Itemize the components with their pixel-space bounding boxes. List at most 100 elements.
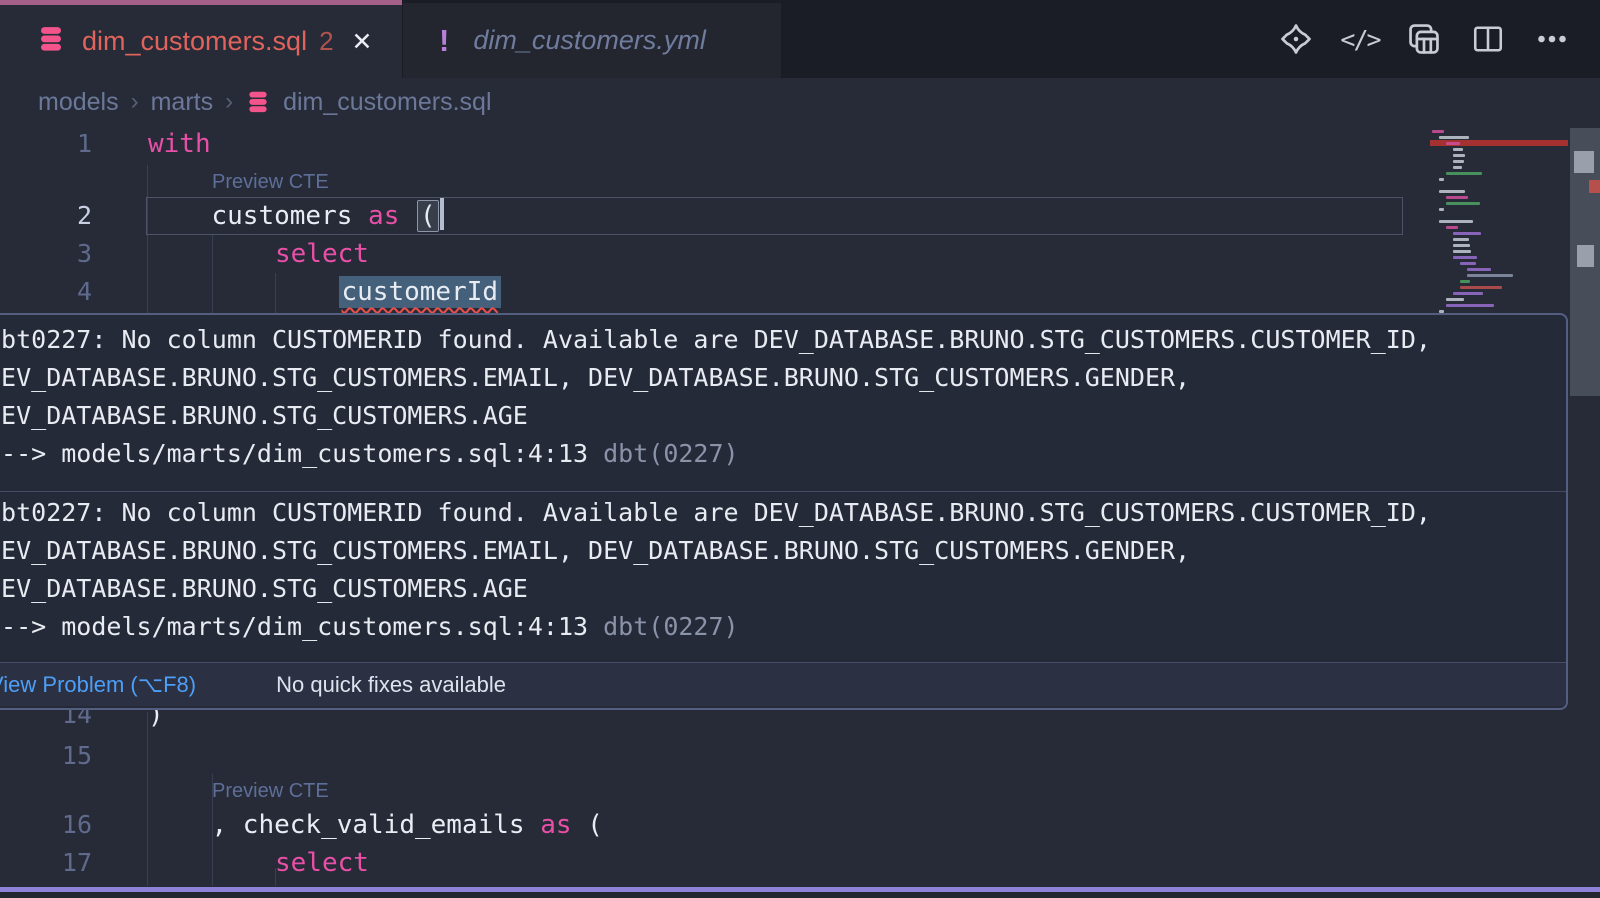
minimap-code-bar bbox=[1460, 280, 1470, 283]
error-token: customerId bbox=[339, 276, 502, 308]
minimap-code-bar bbox=[1446, 142, 1460, 145]
line-number: 1 bbox=[0, 125, 92, 163]
indent-guide bbox=[275, 273, 276, 313]
editor-actions: </> bbox=[1276, 0, 1572, 78]
no-quick-fixes-text: No quick fixes available bbox=[276, 672, 506, 698]
error-code-ref[interactable]: dbt(0227) bbox=[603, 439, 738, 468]
tab-bar: dim_customers.sql 2 ✕ ! dim_customers.ym… bbox=[0, 0, 1600, 78]
code-token: select bbox=[275, 848, 369, 878]
minimap-code-bar bbox=[1446, 304, 1494, 307]
line-number: 15 bbox=[0, 737, 92, 775]
code-line[interactable]: with bbox=[148, 125, 211, 163]
more-actions-icon[interactable] bbox=[1532, 19, 1572, 59]
line-number: 17 bbox=[0, 844, 92, 882]
hover-status-bar: View Problem (⌥F8) No quick fixes availa… bbox=[0, 663, 1566, 706]
codelens-preview-cte[interactable]: Preview CTE bbox=[212, 775, 329, 807]
code-token: as bbox=[368, 201, 399, 231]
dbt-power-user-icon[interactable] bbox=[1276, 19, 1316, 59]
error-message-line: dbt0227: No column CUSTOMERID found. Ava… bbox=[0, 494, 1566, 532]
database-icon bbox=[245, 89, 271, 115]
warning-icon: ! bbox=[439, 23, 449, 59]
line-number: 16 bbox=[0, 806, 92, 844]
code-token: select bbox=[275, 239, 369, 269]
error-message-line: DEV_DATABASE.BRUNO.STG_CUSTOMERS.EMAIL, … bbox=[0, 532, 1566, 570]
error-message-line: DEV_DATABASE.BRUNO.STG_CUSTOMERS.AGE bbox=[0, 570, 1566, 608]
query-results-icon[interactable] bbox=[1404, 19, 1444, 59]
code-line[interactable]: select bbox=[275, 844, 369, 882]
minimap-code-bar bbox=[1432, 130, 1444, 133]
minimap-code-bar bbox=[1453, 238, 1469, 241]
chevron-right-icon: › bbox=[225, 88, 233, 116]
breadcrumb: models › marts › dim_customers.sql bbox=[38, 78, 492, 126]
tab-dim-customers-yml[interactable]: ! dim_customers.yml bbox=[403, 3, 781, 78]
indent-guide bbox=[147, 712, 148, 886]
code-line[interactable]: select bbox=[275, 235, 369, 273]
overview-ruler-mark bbox=[1577, 245, 1594, 267]
tab-dim-customers-sql[interactable]: dim_customers.sql 2 ✕ bbox=[0, 0, 402, 78]
code-token bbox=[399, 201, 415, 231]
indent-guide bbox=[147, 165, 148, 313]
minimap-code-bar bbox=[1460, 262, 1476, 265]
minimap-code-bar bbox=[1439, 190, 1465, 193]
minimap-code-bar bbox=[1446, 172, 1482, 175]
chevron-right-icon: › bbox=[131, 88, 139, 116]
error-message-line: DEV_DATABASE.BRUNO.STG_CUSTOMERS.AGE bbox=[0, 397, 1566, 435]
minimap-code-bar bbox=[1453, 154, 1465, 157]
minimap-code-bar bbox=[1453, 256, 1477, 259]
code-token: as bbox=[540, 810, 571, 840]
error-message-line: dbt0227: No column CUSTOMERID found. Ava… bbox=[0, 321, 1566, 359]
code-token: ( bbox=[417, 200, 439, 232]
overview-ruler-mark bbox=[1574, 151, 1594, 173]
minimap-code-bar bbox=[1453, 232, 1481, 235]
close-icon[interactable]: ✕ bbox=[352, 27, 373, 57]
tab-problem-count-badge: 2 bbox=[319, 26, 333, 57]
database-icon bbox=[36, 24, 66, 59]
minimap-code-bar bbox=[1453, 148, 1463, 151]
split-editor-icon[interactable] bbox=[1468, 19, 1508, 59]
minimap-code-bar bbox=[1453, 160, 1464, 163]
editor-window: dim_customers.sql 2 ✕ ! dim_customers.ym… bbox=[0, 0, 1600, 898]
codelens-preview-cte[interactable]: Preview CTE bbox=[212, 166, 329, 198]
minimap-code-bar bbox=[1460, 286, 1502, 289]
error-code-ref[interactable]: dbt(0227) bbox=[603, 612, 738, 641]
code-line[interactable]: customerId bbox=[339, 273, 502, 311]
breadcrumb-item-file[interactable]: dim_customers.sql bbox=[283, 88, 491, 117]
tab-filename: dim_customers.yml bbox=[473, 25, 706, 56]
minimap-code-bar bbox=[1439, 136, 1469, 139]
indent-guide bbox=[212, 235, 213, 313]
minimap-code-bar bbox=[1467, 268, 1491, 271]
line-number: 3 bbox=[0, 235, 92, 273]
minimap-code-bar bbox=[1446, 298, 1464, 301]
error-message-block: dbt0227: No column CUSTOMERID found. Ava… bbox=[0, 492, 1566, 663]
overview-ruler-error-mark bbox=[1589, 180, 1600, 193]
code-token: customers bbox=[212, 201, 369, 231]
minimap-code-bar bbox=[1467, 274, 1513, 277]
tab-filename: dim_customers.sql bbox=[82, 26, 307, 57]
breadcrumb-item-marts[interactable]: marts bbox=[151, 88, 214, 117]
minimap-code-bar bbox=[1439, 178, 1444, 181]
minimap-code-bar bbox=[1453, 250, 1471, 253]
breadcrumb-item-models[interactable]: models bbox=[38, 88, 119, 117]
code-line[interactable]: , check_valid_emails as ( bbox=[212, 806, 603, 844]
code-token: with bbox=[148, 129, 211, 159]
text-cursor bbox=[440, 198, 444, 230]
panel-below bbox=[0, 892, 1600, 898]
minimap-code-bar bbox=[1453, 166, 1462, 169]
error-message-line: DEV_DATABASE.BRUNO.STG_CUSTOMERS.EMAIL, … bbox=[0, 359, 1566, 397]
compiled-code-icon[interactable]: </> bbox=[1340, 19, 1380, 59]
error-message-line: --> models/marts/dim_customers.sql:4:13 … bbox=[0, 435, 1566, 473]
minimap-code-bar bbox=[1439, 220, 1473, 223]
line-number: 2 bbox=[0, 197, 92, 235]
error-message-line: --> models/marts/dim_customers.sql:4:13 … bbox=[0, 608, 1566, 646]
minimap-code-bar bbox=[1453, 244, 1470, 247]
minimap-code-bar bbox=[1453, 292, 1483, 295]
line-number: 4 bbox=[0, 273, 92, 311]
minimap-code-bar bbox=[1446, 196, 1468, 199]
minimap-code-bar bbox=[1439, 208, 1444, 211]
code-line[interactable]: customers as ( bbox=[212, 197, 444, 235]
view-problem-link[interactable]: View Problem (⌥F8) bbox=[0, 672, 196, 698]
code-token: ( bbox=[572, 810, 603, 840]
error-hover-panel: dbt0227: No column CUSTOMERID found. Ava… bbox=[0, 313, 1568, 710]
code-token: , check_valid_emails bbox=[212, 810, 541, 840]
error-message-block: dbt0227: No column CUSTOMERID found. Ava… bbox=[0, 315, 1566, 492]
